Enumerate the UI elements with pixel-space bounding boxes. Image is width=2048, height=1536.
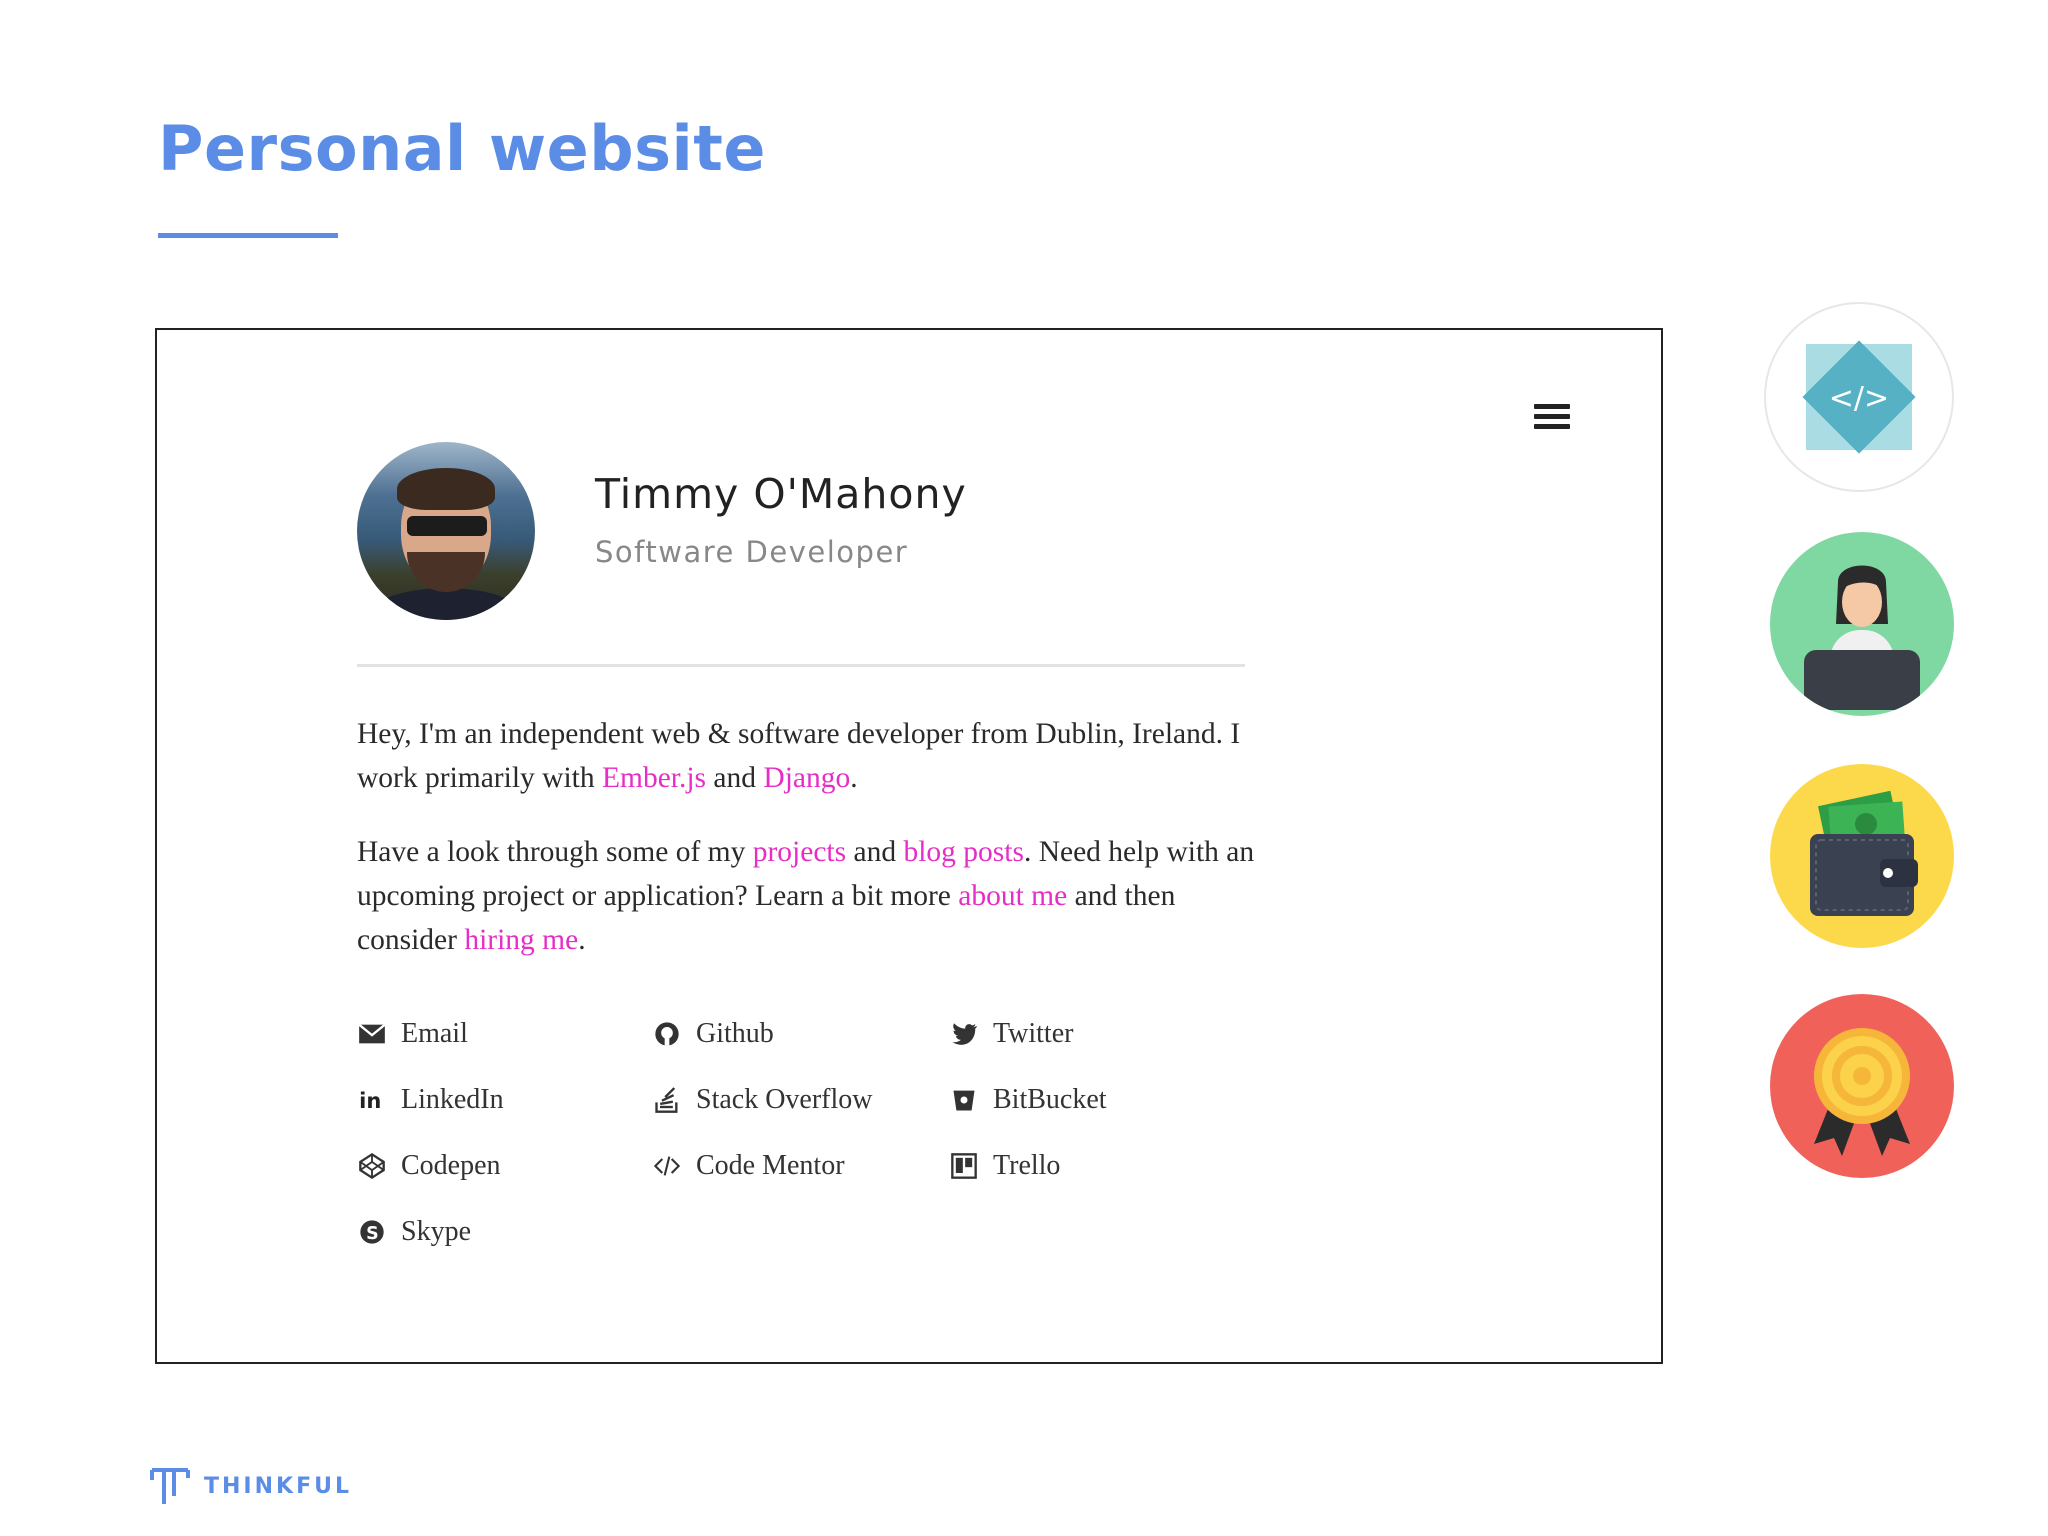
email-link[interactable]: Email — [357, 1018, 468, 1050]
trello-icon — [949, 1151, 979, 1181]
stackoverflow-icon — [652, 1085, 682, 1115]
svg-text:in: in — [359, 1089, 381, 1113]
codementor-link[interactable]: Code Mentor — [652, 1150, 845, 1182]
blog-posts-link[interactable]: blog posts — [903, 836, 1023, 868]
brand-name: THINKFUL — [204, 1473, 352, 1499]
envelope-icon — [357, 1019, 387, 1049]
award-icon — [1770, 994, 1954, 1178]
github-icon — [652, 1019, 682, 1049]
emberjs-link[interactable]: Ember.js — [602, 762, 706, 794]
svg-text:S: S — [366, 1224, 379, 1244]
trello-link[interactable]: Trello — [949, 1150, 1060, 1182]
hiring-me-link[interactable]: hiring me — [464, 924, 578, 956]
svg-text:</>: </> — [1829, 381, 1889, 416]
linkedin-link[interactable]: in LinkedIn — [357, 1084, 503, 1116]
bio-paragraph-2: Have a look through some of my projects … — [357, 836, 1255, 956]
code-icon: </> — [1764, 302, 1954, 492]
hamburger-menu-icon[interactable] — [1534, 404, 1570, 432]
django-link[interactable]: Django — [763, 762, 850, 794]
profile-role: Software Developer — [595, 535, 909, 569]
twitter-link[interactable]: Twitter — [949, 1018, 1073, 1050]
code-brackets-icon — [652, 1151, 682, 1181]
projects-link[interactable]: projects — [753, 836, 846, 868]
linkedin-icon: in — [357, 1085, 387, 1115]
developer-icon — [1770, 532, 1954, 716]
thinkful-logo-icon — [150, 1468, 190, 1504]
skype-icon: S — [357, 1217, 387, 1247]
avatar — [357, 442, 535, 620]
codepen-icon — [357, 1151, 387, 1181]
title-underline — [158, 233, 338, 238]
slide-title: Personal website — [158, 112, 766, 185]
divider — [357, 664, 1245, 667]
profile-name: Timmy O'Mahony — [595, 470, 967, 518]
wallet-icon — [1770, 764, 1954, 948]
bitbucket-icon — [949, 1085, 979, 1115]
bio-paragraph-1: Hey, I'm an independent web & software d… — [357, 718, 1241, 794]
twitter-icon — [949, 1019, 979, 1049]
github-link[interactable]: Github — [652, 1018, 774, 1050]
skype-link[interactable]: S Skype — [357, 1216, 471, 1248]
thinkful-logo: THINKFUL — [150, 1466, 352, 1506]
about-me-link[interactable]: about me — [958, 880, 1067, 912]
bitbucket-link[interactable]: BitBucket — [949, 1084, 1107, 1116]
website-screenshot-frame: Timmy O'Mahony Software Developer Hey, I… — [155, 328, 1663, 1364]
codepen-link[interactable]: Codepen — [357, 1150, 501, 1182]
stackoverflow-link[interactable]: Stack Overflow — [652, 1084, 873, 1116]
